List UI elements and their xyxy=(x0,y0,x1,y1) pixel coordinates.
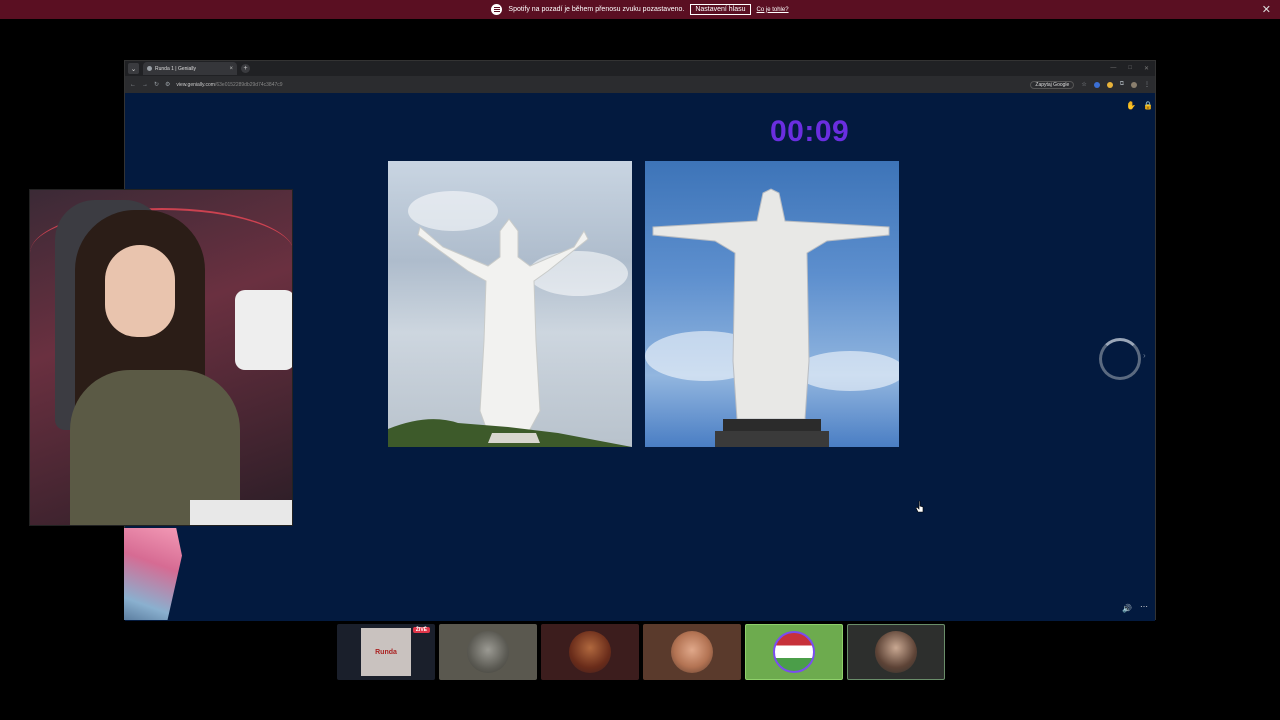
tab-search-button[interactable]: ⌄ xyxy=(128,63,139,74)
extension-icon-2[interactable] xyxy=(1106,81,1113,88)
browser-menu-icon[interactable]: ⋮ xyxy=(1144,81,1150,88)
what-is-this-link[interactable]: Co je tohle? xyxy=(757,7,789,13)
back-icon[interactable]: ← xyxy=(130,82,136,88)
minimize-icon[interactable]: — xyxy=(1110,65,1116,72)
bookmark-star-icon[interactable]: ☆ xyxy=(1081,81,1086,88)
ask-google-button[interactable]: Zapytaj Google xyxy=(1030,80,1075,89)
reload-icon[interactable]: ↻ xyxy=(154,81,159,88)
participant-tile-active[interactable] xyxy=(745,624,843,680)
hand-icon[interactable]: ✋ xyxy=(1126,101,1136,110)
new-tab-button[interactable]: + xyxy=(241,64,250,73)
desk-edge xyxy=(190,500,292,525)
spotify-notification-banner: Spotify na pozadí je během přenosu zvuku… xyxy=(0,0,1280,19)
close-icon[interactable]: ✕ xyxy=(1262,3,1271,16)
banner-message: Spotify na pozadí je během přenosu zvuku… xyxy=(508,6,685,13)
loading-spinner-icon xyxy=(1099,338,1141,380)
next-slide-arrow-icon[interactable]: › xyxy=(1143,351,1146,360)
lock-icon[interactable]: 🔒 xyxy=(1143,101,1153,110)
participants-strip: Runda ŽIVĚ xyxy=(337,624,945,680)
hand-cursor-icon xyxy=(916,501,924,513)
volume-icon[interactable]: 🔊 xyxy=(1122,604,1132,613)
window-close-icon[interactable]: ✕ xyxy=(1144,65,1149,72)
window-controls: — □ ✕ xyxy=(1110,65,1155,72)
webcam-overlay xyxy=(29,189,293,526)
flag-avatar xyxy=(773,631,815,673)
streamer-face xyxy=(105,245,175,337)
christ-the-redeemer-statue-photo xyxy=(645,161,899,447)
person-avatar xyxy=(671,631,713,673)
christ-the-king-statue-photo xyxy=(388,161,632,447)
site-info-icon[interactable]: ⚙ xyxy=(165,81,170,88)
tab-close-icon[interactable]: × xyxy=(229,66,233,72)
voice-settings-button[interactable]: Nastavení hlasu xyxy=(690,4,751,15)
participant-stream-tile[interactable]: Runda ŽIVĚ xyxy=(337,624,435,680)
spotify-icon xyxy=(491,4,503,15)
participant-tile[interactable] xyxy=(847,624,945,680)
participant-tile[interactable] xyxy=(643,624,741,680)
microphone xyxy=(235,290,292,370)
statue-figure xyxy=(388,218,632,447)
participant-tile[interactable] xyxy=(439,624,537,680)
url-field[interactable]: view.genially.com/63e0152289db29d74c3847… xyxy=(176,82,282,88)
tab-bar: ⌄ Runda 1 | Genially × + — □ ✕ xyxy=(125,61,1155,76)
forward-icon[interactable]: → xyxy=(142,82,148,88)
tab-genially[interactable]: Runda 1 | Genially × xyxy=(143,62,237,75)
statue-figure xyxy=(652,188,890,447)
more-icon[interactable]: ⋯ xyxy=(1140,602,1148,611)
extensions-puzzle-icon[interactable]: ⧉ xyxy=(1120,81,1124,88)
countdown-timer: 00:09 xyxy=(770,115,850,148)
browser-toolbar: Zapytaj Google ☆ ⧉ ⋮ xyxy=(1030,80,1150,89)
genially-favicon-icon xyxy=(147,66,152,71)
live-badge: ŽIVĚ xyxy=(412,627,430,633)
character-avatar xyxy=(569,631,611,673)
url-path: /63e0152289db29d74c3847c9 xyxy=(214,81,283,88)
seal-avatar xyxy=(467,631,509,673)
stream-preview: Runda xyxy=(361,628,411,676)
maximize-icon[interactable]: □ xyxy=(1128,65,1132,72)
profile-avatar[interactable] xyxy=(1131,81,1137,88)
participant-tile[interactable] xyxy=(541,624,639,680)
url-host: view.genially.com xyxy=(176,81,215,88)
streamer-avatar xyxy=(875,631,917,673)
address-bar: ← → ↻ ⚙ view.genially.com/63e0152289db29… xyxy=(125,76,1155,93)
tab-title: Runda 1 | Genially xyxy=(155,65,197,72)
extension-icon[interactable] xyxy=(1093,81,1100,88)
